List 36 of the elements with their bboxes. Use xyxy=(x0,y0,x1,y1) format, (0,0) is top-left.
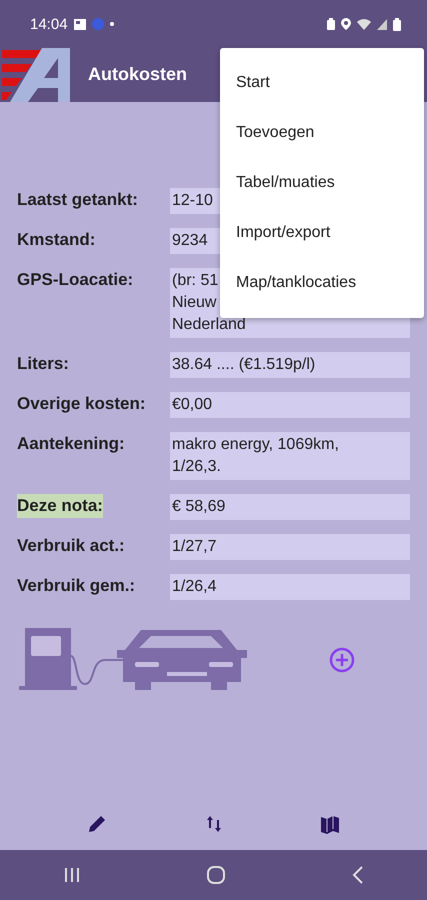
field-label: Verbruik act.: xyxy=(17,535,126,557)
sort-icon xyxy=(206,814,222,834)
field-value: € 58,69 xyxy=(170,494,410,520)
field-label: Laatst getankt: xyxy=(17,189,139,211)
back-icon xyxy=(352,866,364,884)
field-value: 38.64 .... (€1.519p/l) xyxy=(170,352,410,378)
wifi-icon xyxy=(357,18,371,30)
field-value: 1/27,7 xyxy=(170,534,410,560)
field-value: 1/26,4 xyxy=(170,574,410,600)
logo-icon xyxy=(2,48,72,102)
recent-apps-icon xyxy=(64,867,80,883)
signal-icon xyxy=(377,18,387,30)
dot-icon xyxy=(92,18,104,30)
battery-icon xyxy=(327,18,335,30)
gallery-icon xyxy=(74,18,86,30)
add-icon xyxy=(329,647,355,673)
field-label: GPS-Loacatie: xyxy=(17,269,134,291)
location-icon xyxy=(341,18,351,30)
field-label: Kmstand: xyxy=(17,229,96,251)
field-value: €0,00 xyxy=(170,392,410,418)
field-label: Liters: xyxy=(17,353,70,375)
field-label: Overige kosten: xyxy=(17,393,146,415)
app-title: Autokosten xyxy=(88,64,187,84)
menu-item[interactable]: Start xyxy=(220,58,424,108)
add-button[interactable] xyxy=(329,647,355,673)
dot-icon xyxy=(110,22,114,26)
status-time: 14:04 xyxy=(30,16,68,32)
field-label: Deze nota: xyxy=(17,494,103,518)
home-icon xyxy=(206,866,224,884)
menu-item[interactable]: Toevoegen xyxy=(220,108,424,158)
field-label: Aantekening: xyxy=(17,433,126,455)
map-icon xyxy=(320,814,340,834)
battery-icon xyxy=(393,18,401,30)
pencil-icon xyxy=(87,814,107,834)
field-value: makro energy, 1069km, 1/26,3. xyxy=(170,432,410,480)
field-label: Verbruik gem.: xyxy=(17,575,136,597)
